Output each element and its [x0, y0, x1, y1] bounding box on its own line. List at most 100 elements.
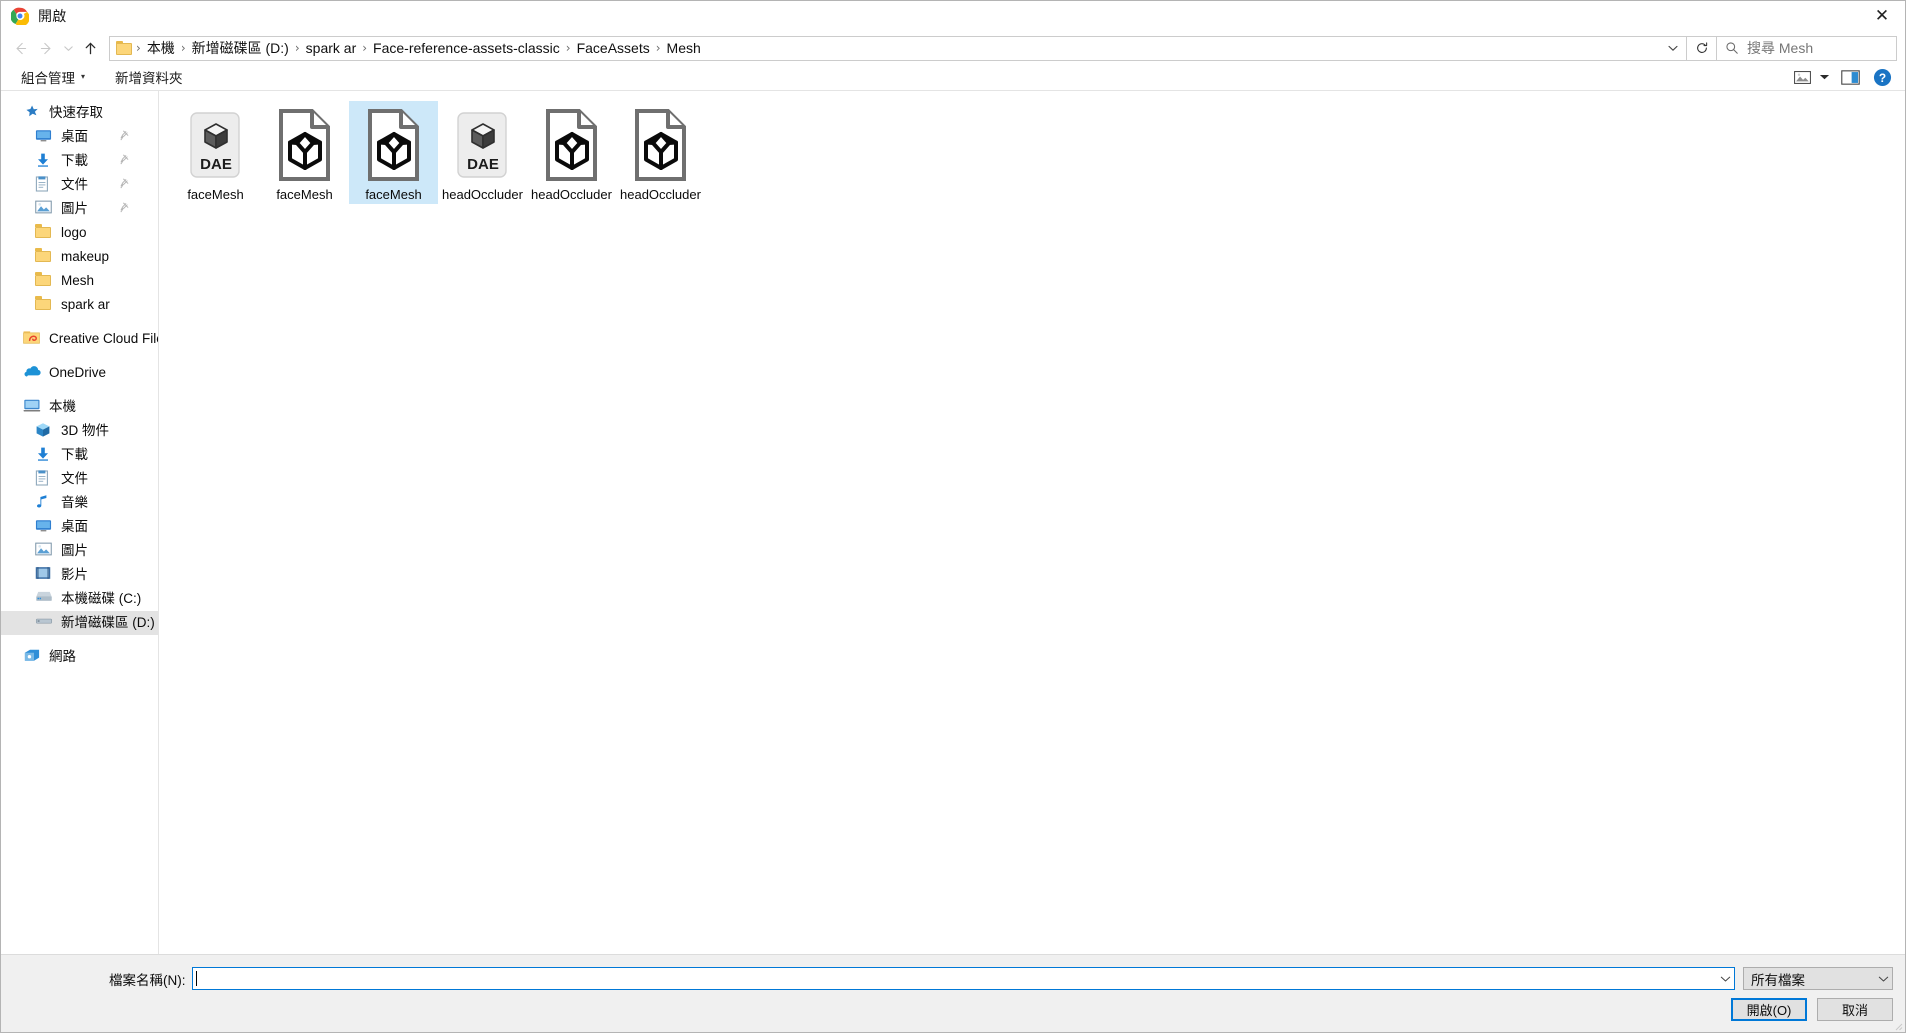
sidebar-label: 網路	[49, 649, 76, 664]
pin-icon	[120, 178, 130, 189]
sidebar-item-desktop[interactable]: 桌面	[1, 125, 158, 149]
help-icon: ?	[1873, 68, 1892, 87]
sidebar-item-pictures[interactable]: 圖片	[1, 197, 158, 221]
breadcrumb-item-4[interactable]: FaceAssets	[572, 37, 655, 59]
recent-locations-button[interactable]	[59, 35, 77, 61]
file-item[interactable]: faceMesh	[260, 101, 349, 204]
sidebar-item-onedrive[interactable]: OneDrive	[1, 361, 158, 385]
organize-button[interactable]: 組合管理 ▾	[15, 65, 91, 89]
file-item[interactable]: headOccluder	[527, 101, 616, 204]
breadcrumb-item-3[interactable]: Face-reference-assets-classic	[368, 37, 565, 59]
view-layout-caret[interactable]	[1815, 65, 1833, 89]
this-pc-icon	[23, 398, 43, 416]
filename-label: 檔案名稱(N):	[109, 972, 186, 988]
sidebar-label: 本機磁碟 (C:)	[61, 591, 142, 606]
sidebar-item-this-pc[interactable]: 本機	[1, 395, 158, 419]
sidebar-item-desktop-pc[interactable]: 桌面	[1, 515, 158, 539]
file-item[interactable]: faceMesh	[349, 101, 438, 204]
sidebar-item-creative-cloud-files[interactable]: Creative Cloud Files	[1, 327, 158, 351]
refresh-button[interactable]	[1687, 35, 1717, 61]
sidebar-item-downloads-pc[interactable]: 下載	[1, 443, 158, 467]
file-list[interactable]: DAE faceMesh faceMesh faceMesh DAE headO…	[159, 91, 1905, 954]
sidebar-item-documents[interactable]: 文件	[1, 173, 158, 197]
view-layout-button[interactable]	[1789, 65, 1815, 89]
new-folder-label: 新增資料夾	[115, 70, 183, 86]
mesh-file-icon	[626, 107, 696, 183]
filename-dropdown-button[interactable]	[1717, 968, 1734, 989]
chevron-down-icon	[1878, 968, 1889, 989]
close-button[interactable]: ✕	[1859, 1, 1905, 31]
sidebar-label: 下載	[61, 153, 88, 168]
forward-button[interactable]	[33, 35, 59, 61]
sidebar-label: spark ar	[61, 297, 110, 312]
file-item[interactable]: DAE faceMesh	[171, 101, 260, 204]
navigation-bar: › 本機 › 新增磁碟區 (D:) › spark ar › Face-refe…	[1, 33, 1905, 63]
downloads-icon	[35, 152, 55, 170]
mesh-file-icon	[359, 107, 429, 183]
dialog-title: 開啟	[38, 8, 67, 24]
folder-icon	[35, 248, 55, 266]
up-button[interactable]	[77, 35, 103, 61]
sidebar-item-3d-objects[interactable]: 3D 物件	[1, 419, 158, 443]
cancel-button[interactable]: 取消	[1817, 998, 1893, 1021]
sidebar-label: 3D 物件	[61, 423, 110, 438]
mesh-file-icon	[537, 107, 607, 183]
preview-pane-button[interactable]	[1833, 65, 1867, 89]
file-label: headOccluder	[620, 187, 701, 202]
filename-input[interactable]	[191, 967, 1735, 990]
breadcrumb-separator: ›	[180, 41, 186, 55]
address-dropdown-button[interactable]	[1662, 42, 1684, 54]
sidebar-item-new-volume-d[interactable]: 新增磁碟區 (D:)	[1, 611, 158, 635]
sidebar-label: 圖片	[61, 201, 88, 216]
sidebar-item-music[interactable]: 音樂	[1, 491, 158, 515]
breadcrumb-item-2[interactable]: spark ar	[301, 37, 362, 59]
pin-icon	[120, 202, 130, 213]
sidebar-label: logo	[61, 225, 87, 240]
chevron-down-icon	[1667, 42, 1679, 54]
sidebar-item-makeup[interactable]: makeup	[1, 245, 158, 269]
sidebar-label: 快速存取	[49, 105, 103, 120]
filename-row: 檔案名稱(N): 所有檔案	[1, 955, 1905, 990]
file-label: headOccluder	[442, 187, 523, 202]
breadcrumb-item-1[interactable]: 新增磁碟區 (D:)	[187, 37, 294, 59]
sidebar-label: 桌面	[61, 519, 88, 534]
open-button[interactable]: 開啟(O)	[1731, 998, 1807, 1021]
file-item[interactable]: DAE headOccluder	[438, 101, 527, 204]
sidebar-item-documents-pc[interactable]: 文件	[1, 467, 158, 491]
breadcrumb-item-0[interactable]: 本機	[142, 37, 180, 59]
folder-icon	[116, 40, 134, 56]
dae-label: DAE	[200, 156, 232, 173]
sidebar-item-network[interactable]: 網路	[1, 645, 158, 669]
onedrive-icon	[23, 364, 43, 382]
dialog-footer: 檔案名稱(N): 所有檔案 開啟(O) 取消	[1, 954, 1905, 1032]
filetype-select[interactable]: 所有檔案	[1743, 967, 1893, 990]
dae-file-icon: DAE	[181, 107, 251, 183]
folder-icon	[35, 224, 55, 242]
file-item[interactable]: headOccluder	[616, 101, 705, 204]
sidebar-item-downloads[interactable]: 下載	[1, 149, 158, 173]
breadcrumb-item-5[interactable]: Mesh	[662, 37, 706, 59]
sidebar-item-pictures-pc[interactable]: 圖片	[1, 539, 158, 563]
file-label: faceMesh	[365, 187, 422, 202]
sidebar-item-spark-ar[interactable]: spark ar	[1, 293, 158, 317]
desktop-icon	[35, 128, 55, 146]
dae-file-icon: DAE	[448, 107, 518, 183]
search-icon	[1725, 41, 1739, 55]
sidebar-item-quick-access[interactable]: 快速存取	[1, 101, 158, 125]
help-button[interactable]: ?	[1867, 65, 1897, 89]
address-bar[interactable]: › 本機 › 新增磁碟區 (D:) › spark ar › Face-refe…	[109, 35, 1687, 61]
file-label: faceMesh	[276, 187, 333, 202]
navigation-pane[interactable]: 快速存取 桌面 下載 文件 圖片 logo makeup Mesh spark …	[1, 91, 159, 954]
sidebar-item-logo[interactable]: logo	[1, 221, 158, 245]
new-folder-button[interactable]: 新增資料夾	[109, 65, 189, 89]
sidebar-item-local-disk-c[interactable]: 本機磁碟 (C:)	[1, 587, 158, 611]
sidebar-label: Mesh	[61, 273, 95, 288]
chevron-down-icon: ▾	[81, 72, 86, 81]
back-button[interactable]	[7, 35, 33, 61]
sidebar-item-mesh[interactable]: Mesh	[1, 269, 158, 293]
desktop-icon	[35, 518, 55, 536]
resize-grip[interactable]	[1891, 1019, 1903, 1031]
documents-icon	[35, 176, 55, 194]
sidebar-item-videos[interactable]: 影片	[1, 563, 158, 587]
search-input[interactable]: 搜尋 Mesh	[1717, 35, 1897, 61]
